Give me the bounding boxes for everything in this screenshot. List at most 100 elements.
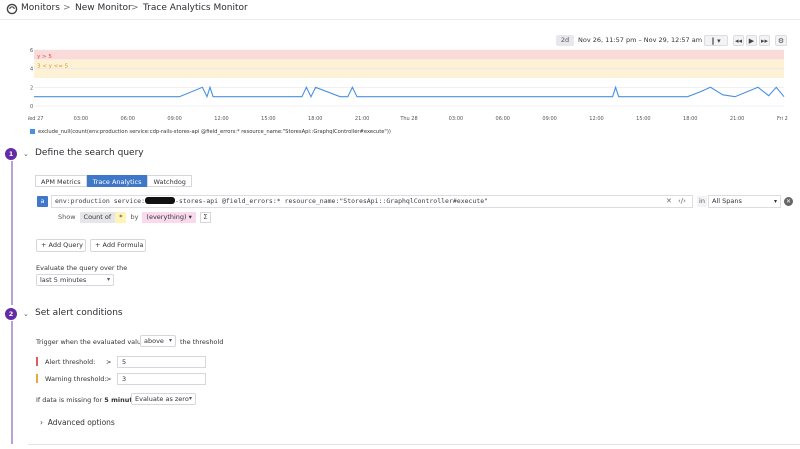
sigma-icon[interactable]: Σ [199,211,211,223]
legend-swatch [30,128,35,134]
x-tick-label: 09:00 [542,116,556,122]
x-tick-label: Fri 29 [777,116,788,122]
x-tick-label: 21:00 [355,116,369,122]
evaluate-label: Evaluate the query over the [36,264,128,272]
advanced-options-toggle[interactable]: › Advanced options [40,418,115,427]
y-tick-label: 4 [30,67,33,73]
trigger-direction-value: above [144,337,164,345]
x-tick-label: 06:00 [496,116,510,122]
divider [28,444,800,445]
missing-data-prefix: If data is missing for [36,396,103,404]
trigger-label: Trigger when the evaluated value is [36,338,153,346]
page-title: Trace Analytics Monitor [143,3,248,13]
chevron-down-icon: ▾ [773,198,777,205]
chevron-down-icon: ▾ [106,276,110,283]
chevron-down-icon[interactable]: ⌄ [23,150,29,158]
spans-select-value: All Spans [712,197,742,205]
y-tick-label: 6 [30,48,33,54]
chevron-down-icon: ▾ [188,395,192,402]
trigger-direction-select[interactable]: above ▾ [140,335,176,347]
breadcrumb-separator: > [131,3,139,13]
alert-color-marker [36,357,38,366]
remove-query-button[interactable]: ✕ [784,197,793,206]
chevron-down-icon: ▾ [168,337,172,344]
code-icon[interactable]: ‹/› [678,196,686,207]
add-formula-label: Add Formula [102,241,144,249]
add-query-button[interactable]: + Add Query [36,239,86,252]
alert-operator: > [106,358,112,366]
x-tick-label: 15:00 [261,116,275,122]
missing-data-select[interactable]: Evaluate as zero ▾ [131,393,196,405]
warning-threshold-input[interactable]: 3 [117,373,206,385]
timeseries-chart[interactable]: y > 53 < y <= 56420Wed 2703:0006:0009:00… [28,44,788,124]
chevron-down-icon[interactable]: ⌄ [23,310,29,318]
x-tick-label: 03:00 [449,116,463,122]
step-1-badge: 1 [5,148,17,160]
chart-legend[interactable]: exclude_null(count(env:production servic… [30,128,391,136]
x-tick-label: 15:00 [636,116,650,122]
y-tick-label: 2 [30,85,33,91]
missing-data-label: If data is missing for 5 minutes [36,396,141,404]
warning-operator: > [106,375,112,383]
x-tick-label: 12:00 [589,116,603,122]
advanced-options-label: Advanced options [47,418,115,427]
plus-icon: + [95,241,103,249]
x-tick-label: Thu 28 [399,116,417,122]
step-1-title[interactable]: Define the search query [35,148,144,158]
tab-apm-metrics[interactable]: APM Metrics [35,175,87,187]
redacted-text [145,197,176,204]
tab-trace-analytics[interactable]: Trace Analytics [86,175,148,187]
add-query-label: Add Query [48,241,83,249]
show-label: Show [58,213,76,221]
query-text-end: -stores-api @field_errors:* resource_nam… [175,197,489,205]
group-by-value: (everything) [146,212,187,221]
query-search-input[interactable]: env:production service: -stores-api @fiel… [51,195,693,208]
step-2-badge: 2 [5,308,17,320]
x-tick-label: 06:00 [121,116,135,122]
threshold-band-label: y > 5 [37,54,52,60]
alert-threshold-input[interactable]: 5 [117,356,206,368]
field-select[interactable]: * [115,211,127,223]
group-by-select[interactable]: (everything) ▾ [142,211,196,223]
evaluate-window-select[interactable]: last 5 minutes ▾ [36,274,114,286]
chevron-down-icon: ▾ [188,212,192,221]
step-1-line [11,161,13,305]
measure-select[interactable]: Count of [79,211,116,223]
breadcrumb-new-monitor[interactable]: New Monitor [75,3,132,13]
query-text-start: env:production service: [55,197,146,205]
plus-icon: + [41,241,49,249]
in-label: in [697,196,707,207]
x-tick-label: Wed 27 [28,116,43,122]
query-type-tabs: APM Metrics Trace Analytics Watchdog [35,175,192,187]
breadcrumb-monitors[interactable]: Monitors [21,3,60,13]
trigger-suffix: the threshold [180,338,224,346]
x-tick-label: 12:00 [214,116,228,122]
chevron-right-icon: › [40,418,43,427]
step-2-title[interactable]: Set alert conditions [35,308,123,318]
series-line [34,85,785,99]
spans-select[interactable]: All Spans ▾ [708,195,781,208]
add-formula-button[interactable]: + Add Formula [90,239,146,252]
tab-watchdog[interactable]: Watchdog [147,175,192,187]
missing-data-value: Evaluate as zero [135,395,189,403]
by-label: by [130,213,139,221]
breadcrumb-separator: > [63,3,71,13]
close-icon[interactable]: ✕ [666,196,672,207]
query-letter[interactable]: a [37,196,48,207]
x-tick-label: 09:00 [167,116,181,122]
warning-color-marker [36,374,38,383]
alert-threshold-label: Alert threshold: [45,358,96,366]
warning-threshold-label: Warning threshold: [45,375,107,383]
show-row: Show Count of * by (everything) ▾ Σ [58,211,211,223]
top-header: Monitors > New Monitor > Trace Analytics… [0,0,800,20]
y-tick-label: 0 [30,104,33,110]
query-text[interactable]: env:production service: -stores-api @fiel… [55,196,488,207]
evaluate-window-value: last 5 minutes [40,276,87,284]
x-tick-label: 03:00 [74,116,88,122]
monitors-logo-icon [6,3,18,15]
close-icon: ✕ [785,198,792,205]
threshold-band [34,50,784,60]
step-2-line [11,321,13,444]
legend-label: exclude_null(count(env:production servic… [38,129,391,135]
x-tick-label: 21:00 [730,116,744,122]
